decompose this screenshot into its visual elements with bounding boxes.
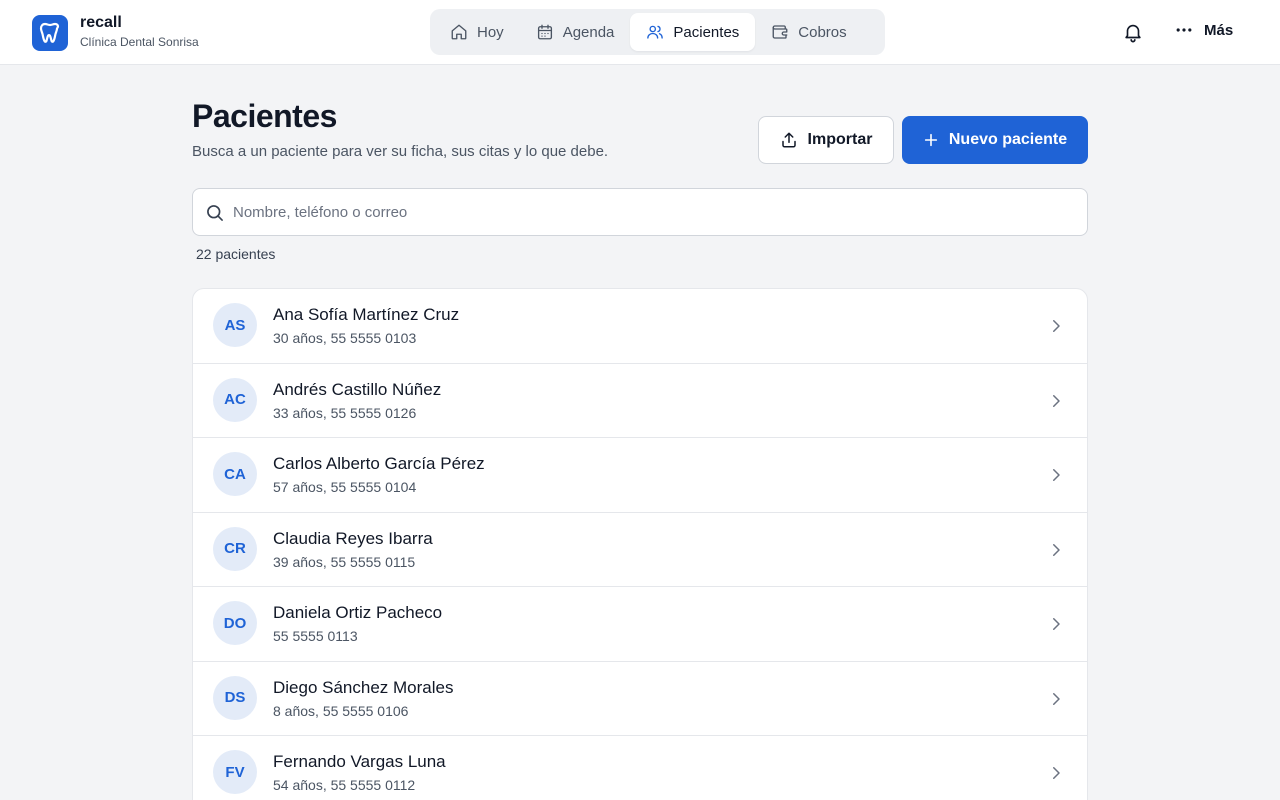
patient-meta: 39 años, 55 5555 0115 [273,553,416,570]
chevron-right-icon [1053,767,1060,779]
search-box [192,188,1088,236]
chevron-right-icon [1053,618,1060,630]
page-title: Pacientes [192,98,337,134]
page-subtitle: Busca a un paciente para ver su ficha, s… [192,143,609,160]
nav-pacientes[interactable]: Pacientes [630,13,756,51]
import-label: Importar [807,131,873,148]
nav-agenda[interactable]: Agenda [520,13,631,51]
patient-name: Ana Sofía Martínez Cruz [273,305,460,324]
chevron-right-icon [1053,320,1060,332]
avatar: DS [213,675,257,720]
patient-name: Carlos Alberto García Pérez [273,454,485,473]
new-patient-label: Nuevo paciente [948,131,1068,148]
patient-meta: 54 años, 55 5555 0112 [273,777,416,793]
nav-label: Agenda [562,23,615,41]
plus-icon [924,133,937,147]
nav-label: Pacientes [673,23,740,41]
more-dots-icon [1176,28,1192,32]
nav-label: Cobros [798,23,847,41]
patient-meta: 55 5555 0113 [273,628,358,644]
avatar: CA [213,452,257,496]
more-label: Más [1204,21,1234,39]
patient-meta: 8 años, 55 5555 0106 [273,702,409,719]
tooth-logo-icon [32,14,68,51]
list-item[interactable]: CR Claudia Reyes Ibarra 39 años, 55 5555… [193,513,1087,587]
patient-name: Fernando Vargas Luna [273,752,446,771]
chevron-right-icon [1053,469,1060,481]
brand[interactable]: recall Clínica Dental Sonrisa [32,14,199,51]
patient-meta: 33 años, 55 5555 0126 [273,404,417,421]
new-patient-button[interactable]: Nuevo paciente [902,116,1088,164]
patient-list: AS Ana Sofía Martínez Cruz 30 años, 55 5… [192,288,1088,800]
chevron-right-icon [1053,394,1060,407]
patient-count: 22 pacientes [196,246,276,262]
list-item[interactable]: CA Carlos Alberto García Pérez 57 años, … [193,438,1087,513]
patient-name: Diego Sánchez Morales [273,677,454,697]
users-icon [647,25,664,39]
list-item[interactable]: DS Diego Sánchez Morales 8 años, 55 5555… [193,662,1087,736]
more-menu-button[interactable]: Más [1174,20,1233,40]
import-button[interactable]: Importar [758,116,894,164]
chevron-right-icon [1053,692,1060,705]
wallet-icon [772,25,788,39]
chevron-right-icon [1053,543,1060,556]
clinic-name: Clínica Dental Sonrisa [80,35,199,49]
home-icon [451,24,467,40]
list-item[interactable]: FV Fernando Vargas Luna 54 años, 55 5555… [193,736,1087,800]
list-item[interactable]: AC Andrés Castillo Núñez 33 años, 55 555… [193,364,1087,438]
list-item[interactable]: DO Daniela Ortiz Pacheco 55 5555 0113 [193,587,1087,662]
search-input[interactable] [233,189,1073,235]
notifications-bell-icon[interactable] [1122,21,1144,43]
brand-name: recall [80,14,122,31]
avatar: AC [213,377,257,422]
patient-name: Daniela Ortiz Pacheco [273,603,443,622]
nav-label: Hoy [477,23,504,41]
top-bar: recall Clínica Dental Sonrisa Hoy Agenda… [0,0,1280,65]
avatar: DO [213,601,257,645]
list-item[interactable]: AS Ana Sofía Martínez Cruz 30 años, 55 5… [193,289,1087,364]
search-icon [207,205,223,221]
avatar: CR [213,526,257,571]
avatar: FV [213,750,257,794]
calendar-icon [537,24,552,40]
nav-hoy[interactable]: Hoy [434,13,520,51]
upload-icon [781,132,796,148]
patient-name: Andrés Castillo Núñez [273,379,442,399]
main-nav: Hoy Agenda Pacientes Cobros [430,9,885,55]
patient-name: Claudia Reyes Ibarra [273,528,433,548]
nav-cobros[interactable]: Cobros [755,13,862,51]
avatar: AS [213,303,257,347]
patient-meta: 30 años, 55 5555 0103 [273,330,417,346]
patient-meta: 57 años, 55 5555 0104 [273,479,417,495]
